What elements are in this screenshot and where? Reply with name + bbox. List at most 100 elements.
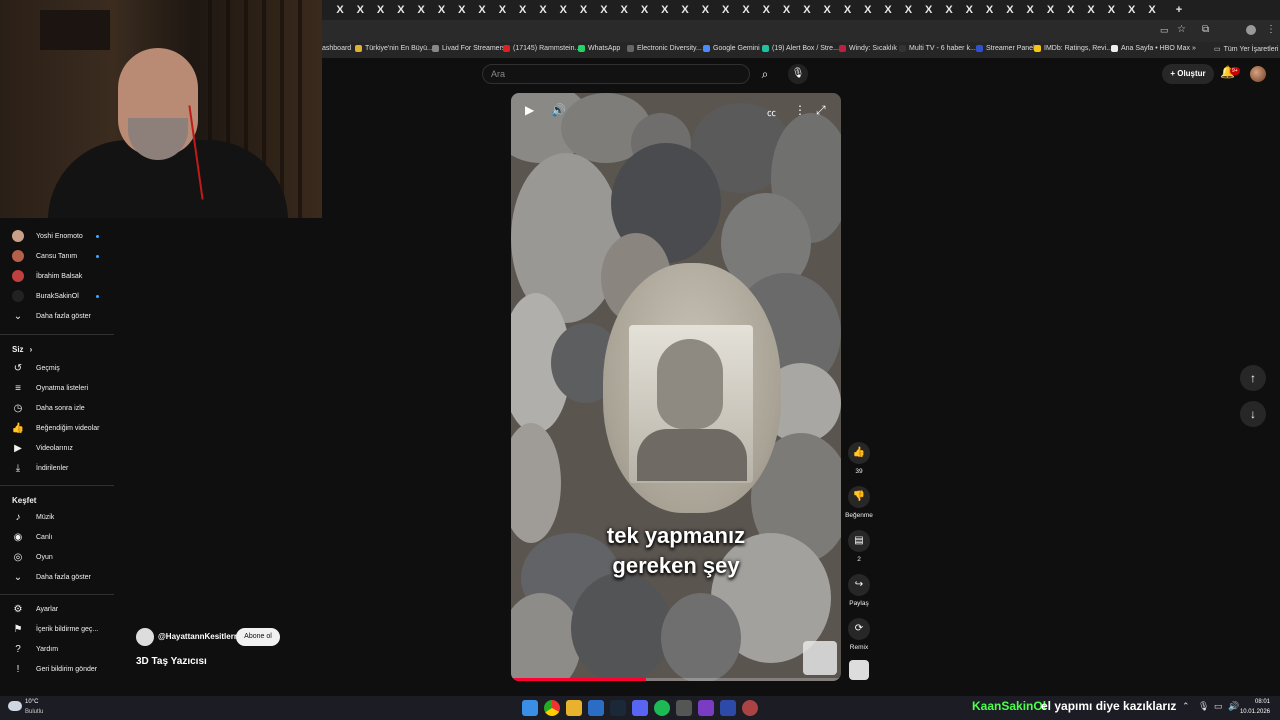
- sidebar-item[interactable]: ↺ Geçmiş: [0, 358, 114, 378]
- weather-temperature[interactable]: 10°C: [25, 699, 38, 705]
- browser-tab-close-icon[interactable]: X: [861, 3, 875, 17]
- sidebar-item[interactable]: ? Yardım: [0, 639, 114, 659]
- browser-tab-close-icon[interactable]: X: [698, 3, 712, 17]
- bookmark-item[interactable]: Türkiye'nin En Büyü...: [355, 45, 433, 52]
- bookmarks-overflow-icon[interactable]: »: [1192, 45, 1196, 52]
- steam-icon[interactable]: [610, 700, 626, 716]
- browser-tab-close-icon[interactable]: X: [658, 3, 672, 17]
- browser-tab-close-icon[interactable]: X: [922, 3, 936, 17]
- bookmark-item[interactable]: ashboard: [322, 45, 351, 52]
- browser-tab-close-icon[interactable]: X: [739, 3, 753, 17]
- previous-short-button[interactable]: ↑: [1240, 365, 1266, 391]
- bookmark-item[interactable]: IMDb: Ratings, Revi...: [1034, 45, 1112, 52]
- sidebar-item[interactable]: ⌄ Daha fazla göster: [0, 567, 114, 587]
- discord-icon[interactable]: [632, 700, 648, 716]
- browser-tab-close-icon[interactable]: X: [1084, 3, 1098, 17]
- browser-tab-close-icon[interactable]: X: [638, 3, 652, 17]
- sidebar-item[interactable]: ▶ Videolarınız: [0, 438, 114, 458]
- browser-tab-close-icon[interactable]: X: [719, 3, 733, 17]
- browser-tab-close-icon[interactable]: X: [577, 3, 591, 17]
- remix-button[interactable]: ⟳ Remix: [844, 618, 874, 651]
- subscription-item[interactable]: BurakSakinOl: [0, 286, 114, 306]
- bookmark-item[interactable]: Streamer Panel: [976, 45, 1035, 52]
- browser-tab-close-icon[interactable]: X: [780, 3, 794, 17]
- sidebar-item[interactable]: ! Geri bildirim gönder: [0, 659, 114, 679]
- create-button[interactable]: + Oluştur: [1162, 64, 1214, 84]
- browser-tab-close-icon[interactable]: X: [759, 3, 773, 17]
- clock-date[interactable]: 10.01.2026: [1236, 709, 1270, 715]
- browser-tab-close-icon[interactable]: X: [333, 3, 347, 17]
- browser-tab-close-icon[interactable]: X: [1023, 3, 1037, 17]
- chrome-icon[interactable]: [544, 700, 560, 716]
- like-button[interactable]: 👍 39: [844, 442, 874, 475]
- microphone-tray-icon[interactable]: 🎙: [1198, 701, 1209, 712]
- spotify-icon[interactable]: [654, 700, 670, 716]
- browser-tab-close-icon[interactable]: X: [1003, 3, 1017, 17]
- calculator-icon[interactable]: [676, 700, 692, 716]
- sidebar-item[interactable]: ⚙ Ayarlar: [0, 599, 114, 619]
- browser-tab-close-icon[interactable]: X: [1064, 3, 1078, 17]
- volume-icon[interactable]: 🔊: [551, 103, 566, 117]
- search-input[interactable]: Ara: [482, 64, 750, 84]
- comments-button[interactable]: ▤ 2: [844, 530, 874, 563]
- tray-chevron-icon[interactable]: ⌃: [1182, 701, 1190, 712]
- new-tab-icon[interactable]: +: [1172, 3, 1186, 17]
- bookmark-item[interactable]: (17145) Rammstein...: [503, 45, 580, 52]
- sidebar-item[interactable]: ◉ Canlı: [0, 527, 114, 547]
- captions-icon[interactable]: ㏄: [767, 106, 776, 119]
- browser-tab-close-icon[interactable]: X: [983, 3, 997, 17]
- sidebar-item[interactable]: ⚑ İçerik bildirme geç...: [0, 619, 114, 639]
- weather-description[interactable]: Bulutlu: [25, 709, 43, 715]
- browser-tab-close-icon[interactable]: X: [1044, 3, 1058, 17]
- browser-tab-close-icon[interactable]: X: [495, 3, 509, 17]
- browser-tab-close-icon[interactable]: X: [841, 3, 855, 17]
- settings-app-icon[interactable]: [742, 700, 758, 716]
- extensions-icon[interactable]: ⧉: [1202, 24, 1209, 35]
- cast-icon[interactable]: ▭: [1160, 25, 1169, 36]
- app-icon-1[interactable]: [588, 700, 604, 716]
- star-icon[interactable]: ☆: [1177, 24, 1186, 35]
- browser-tab-close-icon[interactable]: X: [617, 3, 631, 17]
- bookmark-item[interactable]: Multi TV - 6 haber k...: [899, 45, 976, 52]
- subscription-item[interactable]: İbrahim Balsak: [0, 266, 114, 286]
- active-app-icon[interactable]: [720, 700, 736, 716]
- bookmark-item[interactable]: Windy: Sıcaklık: [839, 45, 897, 52]
- browser-tab-close-icon[interactable]: X: [455, 3, 469, 17]
- progress-bar[interactable]: [511, 678, 841, 681]
- browser-tab-close-icon[interactable]: X: [901, 3, 915, 17]
- browser-tab-close-icon[interactable]: X: [374, 3, 388, 17]
- network-icon[interactable]: ▭: [1214, 701, 1223, 712]
- browser-tab-close-icon[interactable]: X: [678, 3, 692, 17]
- share-button[interactable]: ↪ Paylaş: [844, 574, 874, 607]
- browser-tab-close-icon[interactable]: X: [1145, 3, 1159, 17]
- search-icon[interactable]: ⌕: [752, 64, 778, 84]
- sidebar-item[interactable]: ◎ Oyun: [0, 547, 114, 567]
- sidebar-item[interactable]: ♪ Müzik: [0, 507, 114, 527]
- bookmark-item[interactable]: Ana Sayfa • HBO Max: [1111, 45, 1190, 52]
- bookmark-item[interactable]: Google Gemini: [703, 45, 760, 52]
- browser-tab-close-icon[interactable]: X: [556, 3, 570, 17]
- next-short-button[interactable]: ↓: [1240, 401, 1266, 427]
- shorts-video-player[interactable]: tek yapmanız gereken şey ▶ 🔊 ㏄ ⋮ ⤢: [511, 93, 841, 681]
- fullscreen-icon[interactable]: ⤢: [816, 103, 826, 118]
- you-section-heading[interactable]: Siz ›: [12, 345, 32, 354]
- subscription-item[interactable]: Yoshi Enomoto: [0, 226, 114, 246]
- browser-tab-close-icon[interactable]: X: [394, 3, 408, 17]
- sidebar-item[interactable]: ◷ Daha sonra izle: [0, 398, 114, 418]
- browser-tab-close-icon[interactable]: X: [942, 3, 956, 17]
- show-more-subscriptions[interactable]: ⌄ Daha fazla göster: [0, 306, 114, 326]
- browser-tab-close-icon[interactable]: X: [435, 3, 449, 17]
- browser-tab-close-icon[interactable]: X: [536, 3, 550, 17]
- weather-icon[interactable]: [8, 701, 22, 711]
- bookmark-item[interactable]: (19) Alert Box / Stre...: [762, 45, 839, 52]
- play-icon[interactable]: ▶: [525, 103, 534, 117]
- browser-tab-close-icon[interactable]: X: [597, 3, 611, 17]
- dislike-button[interactable]: 👎 Beğenme: [844, 486, 874, 519]
- browser-tab-close-icon[interactable]: X: [414, 3, 428, 17]
- browser-tab-close-icon[interactable]: X: [800, 3, 814, 17]
- more-options-icon[interactable]: ⋮: [794, 103, 806, 117]
- browser-tab-close-icon[interactable]: X: [475, 3, 489, 17]
- channel-name[interactable]: @HayattannKesitlerr: [158, 632, 237, 641]
- browser-tab-close-icon[interactable]: X: [1104, 3, 1118, 17]
- browser-tab-close-icon[interactable]: X: [962, 3, 976, 17]
